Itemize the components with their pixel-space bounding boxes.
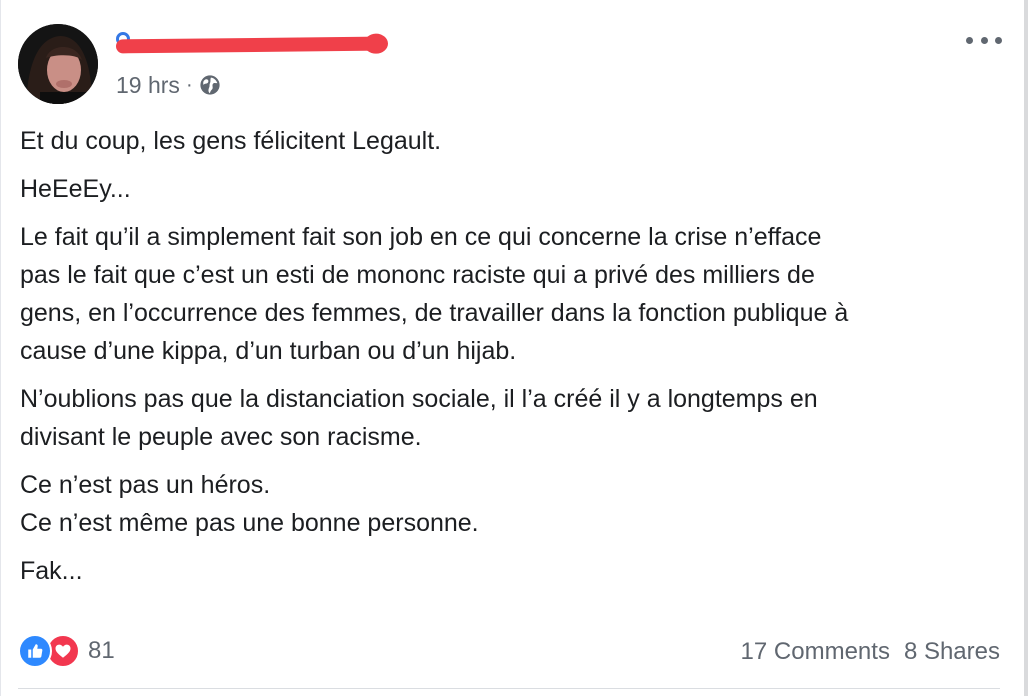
post-line: divisant le peuple avec son racisme. xyxy=(20,423,422,451)
timestamp[interactable]: 19 hrs xyxy=(116,72,180,99)
post-line: Le fait qu’il a simplement fait son job … xyxy=(20,223,822,251)
post-line: gens, en l’occurrence des femmes, de tra… xyxy=(20,299,849,327)
avatar[interactable] xyxy=(18,24,98,104)
more-dot xyxy=(966,36,973,44)
more-dot xyxy=(995,36,1002,44)
avatar-photo xyxy=(18,24,98,104)
footer-divider xyxy=(18,688,1000,689)
post-meta: 19 hrs · xyxy=(116,70,221,100)
reactions-summary[interactable]: 81 xyxy=(18,634,115,668)
engagement-counts: 17 Comments 8 Shares xyxy=(741,638,1000,666)
post-paragraph: HeEeEy... xyxy=(20,170,1000,208)
more-options-button[interactable] xyxy=(966,28,1002,52)
post-line: pas le fait que c’est un esti de mononc … xyxy=(20,261,815,289)
post-line: Et du coup, les gens félicitent Legault. xyxy=(20,127,442,155)
meta-separator: · xyxy=(185,73,193,96)
post-footer: 81 17 Comments 8 Shares xyxy=(18,630,1000,674)
redaction-mark xyxy=(115,36,385,54)
post-paragraph: Ce n’est pas un héros. Ce n’est même pas… xyxy=(20,466,1000,542)
post-line: HeEeEy... xyxy=(20,175,131,203)
post-line: Fak... xyxy=(20,557,83,585)
post-paragraph: Le fait qu’il a simplement fait son job … xyxy=(20,218,1000,370)
comments-count-link[interactable]: 17 Comments xyxy=(741,638,890,666)
frame-edge xyxy=(1024,0,1028,696)
post-body: Et du coup, les gens félicitent Legault.… xyxy=(20,122,1000,600)
post-paragraph: Et du coup, les gens félicitent Legault. xyxy=(20,122,1000,160)
post-line: cause d’une kippa, d’un turban ou d’un h… xyxy=(20,337,517,365)
post-line: Ce n’est même pas une bonne personne. xyxy=(20,509,479,537)
post-paragraph: Fak... xyxy=(20,552,1000,590)
reaction-count[interactable]: 81 xyxy=(88,637,115,665)
facebook-post: 19 hrs · Et du coup, les gens félicitent… xyxy=(0,0,1024,696)
like-icon xyxy=(18,634,52,668)
post-line: Ce n’est pas un héros. xyxy=(20,471,271,499)
more-dot xyxy=(980,36,988,44)
globe-icon[interactable] xyxy=(199,74,221,96)
post-line: N’oublions pas que la distanciation soci… xyxy=(20,385,818,413)
shares-count-link[interactable]: 8 Shares xyxy=(904,638,1000,666)
post-paragraph: N’oublions pas que la distanciation soci… xyxy=(20,380,1000,456)
author-name-redacted[interactable] xyxy=(115,30,396,58)
